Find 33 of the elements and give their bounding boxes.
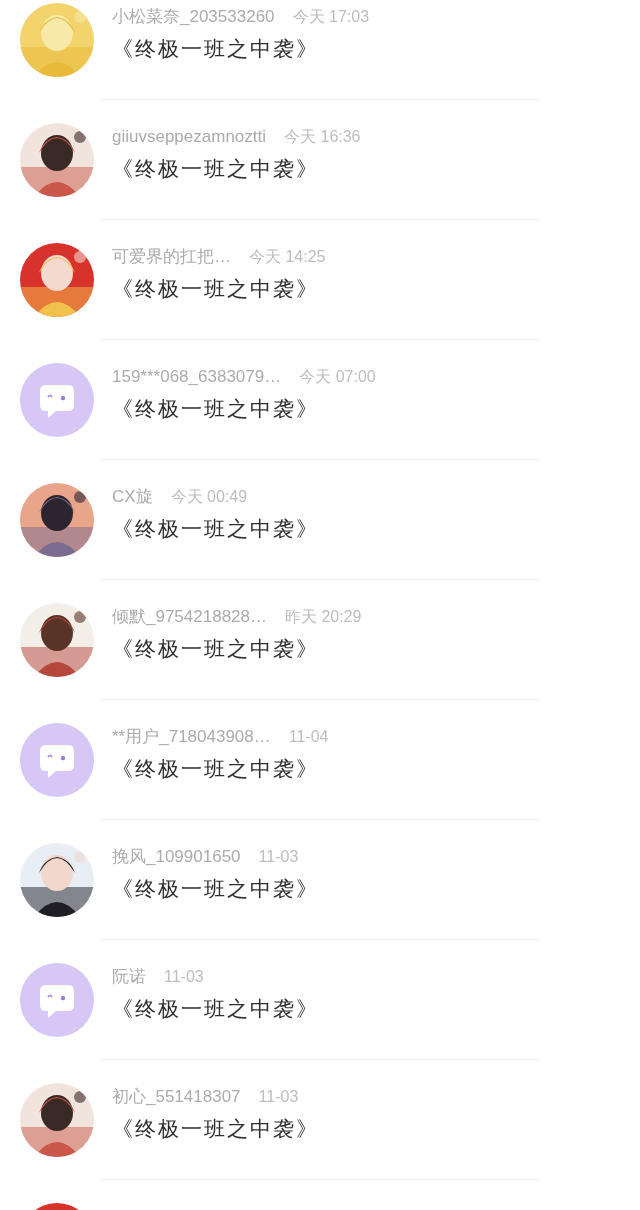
comment-text: 《终极一班之中袭》 — [112, 276, 320, 303]
comment-time: 今天 00:49 — [170, 487, 248, 507]
username[interactable]: 初心_551418307 — [112, 1084, 241, 1110]
comment-text: 《终极一班之中袭》 — [112, 756, 320, 783]
comment-text: 《终极一班之中袭》 — [112, 996, 319, 1023]
chat-bubble-avatar-icon — [20, 723, 94, 797]
comment-time: 昨天 20:29 — [285, 607, 362, 627]
chat-bubble-avatar-icon — [20, 963, 94, 1037]
username[interactable]: CX旋 — [112, 484, 153, 510]
username[interactable]: **用户_718043908… — [112, 724, 271, 750]
comment-text: 《终极一班之中袭》 — [112, 876, 319, 903]
comment-text: 《终极一班之中袭》 — [112, 36, 320, 63]
comment-text: 《终极一班之中袭》 — [112, 516, 319, 543]
comment-time: 11-04 — [288, 727, 329, 747]
comment-text: 《终极一班之中袭》 — [112, 156, 320, 183]
comment-time: 今天 14:25 — [249, 247, 326, 267]
comment-time: 11-03 — [258, 847, 299, 867]
chat-bubble-avatar-icon — [20, 363, 94, 437]
comment-time: 今天 17:03 — [292, 7, 370, 27]
username[interactable]: 倾默_9754218828… — [112, 604, 267, 630]
comment-text: 《终极一班之中袭》 — [112, 1116, 319, 1143]
username[interactable]: 挽风_109901650 — [112, 844, 241, 870]
username[interactable]: 阮诺 — [112, 964, 146, 990]
comment-text: 《终极一班之中袭》 — [112, 396, 320, 423]
comment-time: 今天 16:36 — [284, 127, 361, 147]
comment-time: 今天 07:00 — [299, 367, 376, 387]
username[interactable]: 可爱界的扛把… — [112, 244, 231, 270]
username[interactable]: 小松菜奈_203533260 — [112, 4, 275, 30]
comment-time: 11-03 — [164, 967, 204, 987]
comment-text: 《终极一班之中袭》 — [112, 636, 320, 663]
comment-time: 11-03 — [258, 1087, 299, 1107]
username[interactable]: 159***068_6383079… — [112, 364, 282, 390]
username[interactable]: giiuvseppezamnoztti — [112, 124, 267, 150]
